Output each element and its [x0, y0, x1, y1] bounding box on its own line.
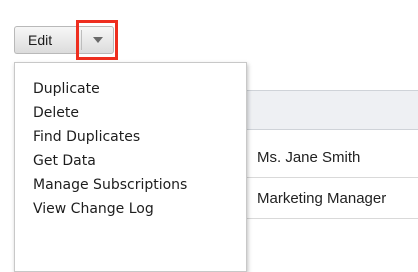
- menu-item-view-change-log[interactable]: View Change Log: [15, 197, 246, 221]
- menu-item-find-duplicates[interactable]: Find Duplicates: [15, 125, 246, 149]
- menu-item-delete[interactable]: Delete: [15, 101, 246, 125]
- split-button-separator: [81, 30, 82, 50]
- table-header: [246, 90, 418, 130]
- menu-item-manage-subscriptions[interactable]: Manage Subscriptions: [15, 173, 246, 197]
- actions-menu: Duplicate Delete Find Duplicates Get Dat…: [14, 62, 247, 272]
- menu-item-duplicate[interactable]: Duplicate: [15, 77, 246, 101]
- record-title: Marketing Manager: [246, 179, 418, 219]
- record-name: Ms. Jane Smith: [246, 138, 418, 178]
- edit-button[interactable]: Edit: [14, 26, 70, 54]
- split-button-gap: [70, 26, 81, 54]
- menu-item-get-data[interactable]: Get Data: [15, 149, 246, 173]
- chevron-down-icon: [93, 37, 103, 43]
